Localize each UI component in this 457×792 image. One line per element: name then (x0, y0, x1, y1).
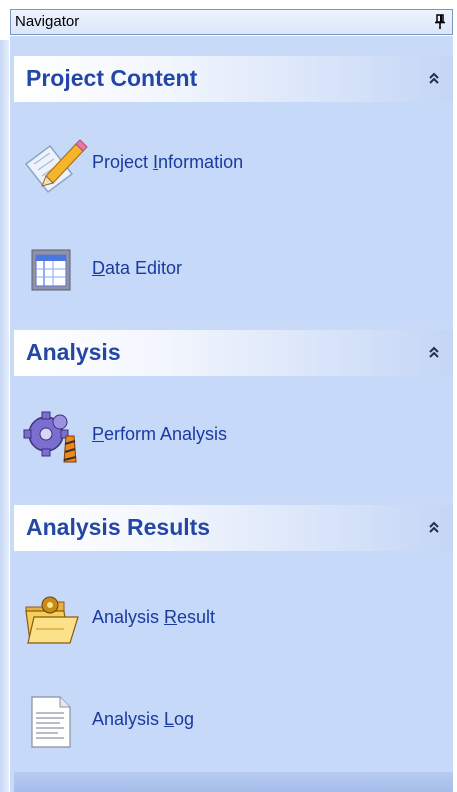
collapse-chevron-icon[interactable] (427, 520, 441, 534)
left-edge-strip (0, 40, 9, 792)
folder-results-icon (25, 596, 79, 644)
collapse-chevron-icon[interactable] (427, 345, 441, 359)
bottom-bar (14, 772, 453, 792)
section-body-analysis: Perform Analysis (14, 376, 453, 496)
edit-pencil-icon (24, 139, 88, 194)
nav-item-label: Analysis Result (92, 607, 216, 627)
nav-item-label: Perform Analysis (92, 424, 228, 444)
section-header-project-content[interactable]: Project Content (14, 56, 453, 102)
section-title: Project Content (26, 65, 198, 91)
nav-item-analysis-result[interactable]: Analysis Result (20, 589, 440, 649)
pin-icon[interactable] (434, 14, 446, 30)
navigator-window: Navigator Project Content Project Inform… (0, 0, 457, 792)
document-log-icon (31, 696, 71, 748)
nav-item-perform-analysis[interactable]: Perform Analysis (20, 406, 440, 466)
gears-run-icon (23, 411, 77, 463)
section-body-analysis-results: Analysis Result Analysis Log (14, 551, 453, 772)
data-grid-icon (31, 249, 71, 291)
nav-item-data-editor[interactable]: Data Editor (20, 240, 440, 300)
collapse-chevron-icon[interactable] (427, 71, 441, 85)
section-title: Analysis Results (26, 514, 211, 540)
nav-item-project-information[interactable]: Project Information (20, 134, 440, 194)
nav-item-label: Data Editor (92, 258, 183, 278)
section-body-project-content: Project Information Data Editor (14, 102, 453, 324)
section-title: Analysis (26, 339, 121, 365)
nav-item-label: Project Information (92, 152, 244, 172)
navigator-title: Navigator (15, 13, 80, 30)
nav-item-label: Analysis Log (92, 709, 195, 729)
nav-item-analysis-log[interactable]: Analysis Log (20, 691, 440, 751)
section-header-analysis-results[interactable]: Analysis Results (14, 505, 453, 551)
section-header-analysis[interactable]: Analysis (14, 330, 453, 376)
navigator-titlebar: Navigator (10, 9, 453, 35)
